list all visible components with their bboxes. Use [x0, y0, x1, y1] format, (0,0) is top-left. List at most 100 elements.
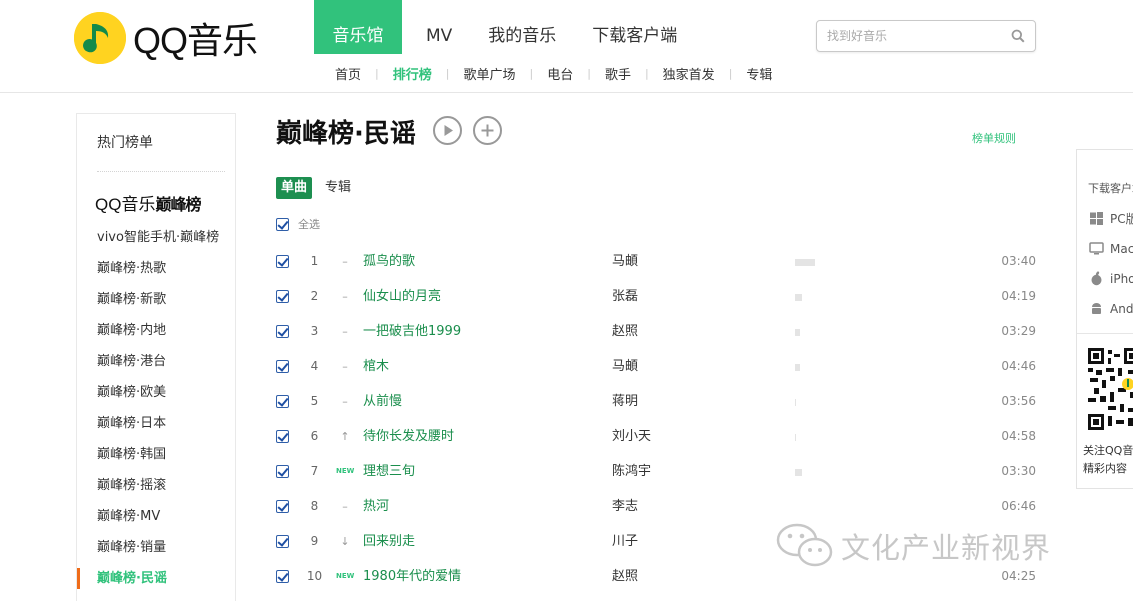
song-title-link[interactable]: 一把破吉他1999: [363, 314, 461, 349]
singer-link[interactable]: 赵照: [612, 559, 638, 594]
song-checkbox[interactable]: [276, 290, 289, 303]
song-checkbox[interactable]: [276, 325, 289, 338]
sidebar-item-rock[interactable]: 巅峰榜·摇滚: [77, 470, 235, 501]
download-mac[interactable]: Mac版: [1089, 240, 1133, 257]
search-input[interactable]: [827, 21, 1007, 51]
song-checkbox[interactable]: [276, 430, 289, 443]
singer-link[interactable]: 赵照: [612, 314, 638, 349]
chart-rules-link[interactable]: 榜单规则: [972, 130, 1016, 146]
singer-link[interactable]: 川子: [612, 524, 638, 559]
nav-music-hall[interactable]: 音乐馆: [314, 0, 402, 54]
subnav-radio[interactable]: 电台: [533, 64, 587, 83]
song-checkbox[interactable]: [276, 395, 289, 408]
sidebar-item-sales[interactable]: 巅峰榜·销量: [77, 532, 235, 563]
song-duration: 03:29: [1001, 324, 1036, 338]
singer-link[interactable]: 陈鸿宇: [612, 454, 651, 489]
select-all-checkbox[interactable]: [276, 217, 289, 231]
song-checkbox[interactable]: [276, 360, 289, 373]
song-rank: 3: [310, 324, 319, 338]
song-duration: 03:40: [1001, 254, 1036, 268]
panel-divider: [1077, 333, 1133, 334]
song-row[interactable]: 3 – 一把破吉他1999 赵照 03:29: [276, 314, 1036, 349]
song-row[interactable]: 1 – 孤鸟的歌 马頔 03:40: [276, 244, 1036, 279]
sidebar-item-japan[interactable]: 巅峰榜·日本: [77, 408, 235, 439]
chart-sidebar: 热门榜单 QQ音乐巅峰榜 vivo智能手机·巅峰榜 巅峰榜·热歌 巅峰榜·新歌 …: [76, 113, 236, 601]
subnav-albums[interactable]: 专辑: [732, 64, 786, 83]
song-row[interactable]: 4 – 棺木 马頔 04:46: [276, 349, 1036, 384]
follow-line-1: 关注QQ音乐: [1083, 444, 1133, 457]
download-iphone[interactable]: iPhone版: [1089, 270, 1133, 287]
sidebar-item-mv[interactable]: 巅峰榜·MV: [77, 501, 235, 532]
search-icon[interactable]: [1011, 29, 1025, 43]
singer-link[interactable]: 马頔: [612, 244, 638, 279]
qr-code-icon: [1088, 348, 1133, 430]
tab-albums[interactable]: 专辑: [320, 177, 356, 199]
nav-my-music[interactable]: 我的音乐: [470, 0, 574, 54]
song-checkbox[interactable]: [276, 465, 289, 478]
singer-link[interactable]: 蒋明: [612, 384, 638, 419]
song-duration: 03:30: [1001, 464, 1036, 478]
nav-mv[interactable]: MV: [408, 0, 470, 54]
song-title-link[interactable]: 回来别走: [363, 524, 415, 559]
play-all-button[interactable]: [433, 116, 462, 145]
rank-trend-icon: NEW: [336, 467, 355, 475]
song-checkbox[interactable]: [276, 255, 289, 268]
song-title-link[interactable]: 仙女山的月亮: [363, 279, 441, 314]
platform-label: Android版: [1110, 302, 1133, 316]
song-title-link[interactable]: 热河: [363, 489, 389, 524]
sidebar-item-western[interactable]: 巅峰榜·欧美: [77, 377, 235, 408]
song-row[interactable]: 8 – 热河 李志 06:46: [276, 489, 1036, 524]
song-checkbox[interactable]: [276, 570, 289, 583]
page-title: 巅峰榜·民谣: [276, 119, 416, 149]
song-rank: 5: [310, 394, 319, 408]
platform-label: PC版: [1110, 212, 1133, 226]
singer-link[interactable]: 马頔: [612, 349, 638, 384]
add-to-list-button[interactable]: [473, 116, 502, 145]
song-checkbox[interactable]: [276, 535, 289, 548]
sidebar-item-new[interactable]: 巅峰榜·新歌: [77, 284, 235, 315]
qq-music-logo-icon: [74, 12, 126, 64]
rank-trend-icon: ↓: [340, 535, 350, 548]
song-title-link[interactable]: 理想三旬: [363, 454, 415, 489]
sidebar-item-folk[interactable]: 巅峰榜·民谣: [77, 563, 235, 594]
song-row[interactable]: 2 – 仙女山的月亮 张磊 04:19: [276, 279, 1036, 314]
song-row[interactable]: 5 – 从前慢 蒋明 03:56: [276, 384, 1036, 419]
sidebar-item-hot[interactable]: 巅峰榜·热歌: [77, 253, 235, 284]
song-title-link[interactable]: 从前慢: [363, 384, 402, 419]
rank-trend-icon: –: [342, 325, 348, 338]
singer-link[interactable]: 刘小天: [612, 419, 651, 454]
tab-singles[interactable]: 单曲: [276, 177, 313, 199]
song-rank: 8: [310, 499, 319, 513]
subnav-home[interactable]: 首页: [321, 64, 375, 83]
download-android[interactable]: Android版: [1089, 300, 1133, 317]
song-duration: 04:46: [1001, 359, 1036, 373]
song-row[interactable]: 6 ↑ 待你长发及腰时 刘小天 04:58: [276, 419, 1036, 454]
song-title-link[interactable]: 孤鸟的歌: [363, 244, 415, 279]
song-row[interactable]: 7 NEW 理想三旬 陈鸿宇 03:30: [276, 454, 1036, 489]
subnav-singers[interactable]: 歌手: [591, 64, 645, 83]
song-checkbox[interactable]: [276, 500, 289, 513]
sidebar-item-hk-tw[interactable]: 巅峰榜·港台: [77, 346, 235, 377]
song-title-link[interactable]: 待你长发及腰时: [363, 419, 454, 454]
song-duration: 04:19: [1001, 289, 1036, 303]
singer-link[interactable]: 张磊: [612, 279, 638, 314]
rank-trend-icon: –: [342, 290, 348, 303]
song-title-link[interactable]: 棺木: [363, 349, 389, 384]
subnav-exclusive[interactable]: 独家首发: [649, 64, 729, 83]
song-title-link[interactable]: 1980年代的爱情: [363, 559, 461, 594]
watermark: 文化产业新视界: [775, 520, 1051, 572]
sidebar-item-korea[interactable]: 巅峰榜·韩国: [77, 439, 235, 470]
platform-label: iPhone版: [1110, 272, 1133, 286]
subnav-playlists[interactable]: 歌单广场: [449, 64, 529, 83]
sidebar-item-vivo[interactable]: vivo智能手机·巅峰榜: [77, 222, 235, 253]
singer-link[interactable]: 李志: [612, 489, 638, 524]
logo[interactable]: QQ音乐: [74, 11, 258, 65]
chart-tabs: 单曲 专辑: [276, 177, 356, 199]
popularity-bar: [795, 364, 800, 371]
subnav-charts[interactable]: 排行榜: [379, 64, 446, 83]
select-all: 全选: [276, 216, 320, 232]
sidebar-item-mainland[interactable]: 巅峰榜·内地: [77, 315, 235, 346]
nav-download-client[interactable]: 下载客户端: [574, 0, 695, 54]
download-pc[interactable]: PC版: [1089, 210, 1133, 227]
android-icon: [1092, 303, 1101, 314]
